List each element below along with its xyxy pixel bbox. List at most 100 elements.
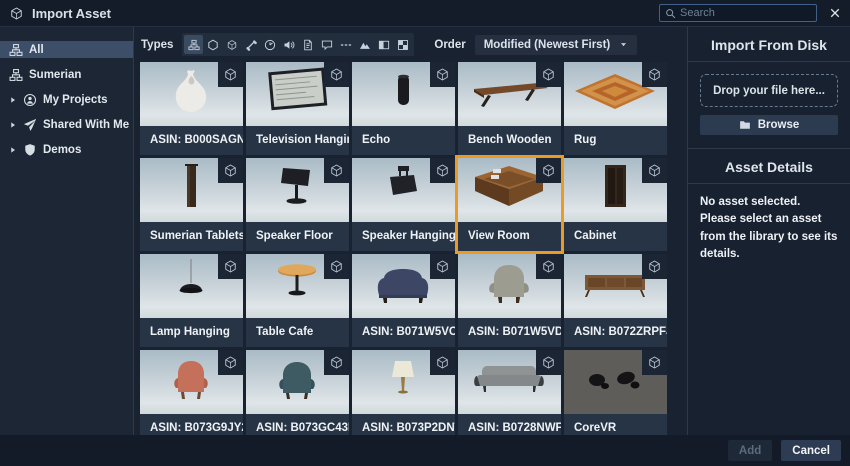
type-filter-audio[interactable] — [279, 35, 298, 54]
cube-icon — [430, 254, 455, 279]
type-filter-checker[interactable] — [393, 35, 412, 54]
asset-card-asin-b071w5vcvb[interactable]: ASIN: B071W5VCVB — [352, 254, 455, 347]
asset-thumbnail-room — [458, 158, 561, 222]
asset-label: Speaker Floor — [246, 222, 349, 251]
asset-card-bench-wooden[interactable]: Bench Wooden — [458, 62, 561, 155]
type-filter-clock[interactable] — [260, 35, 279, 54]
sidebar-item-demos[interactable]: Demos — [0, 141, 133, 158]
type-filter-sitemap[interactable] — [184, 35, 203, 54]
asset-thumbnail-armchair-gray — [458, 254, 561, 318]
caret-right-icon — [9, 96, 17, 104]
asset-card-rug[interactable]: Rug — [564, 62, 667, 155]
cube-icon — [218, 158, 243, 183]
close-icon[interactable] — [829, 7, 841, 19]
cube-icon — [218, 254, 243, 279]
type-filter-image[interactable] — [355, 35, 374, 54]
asset-card-speaker-floor[interactable]: Speaker Floor — [246, 158, 349, 251]
cube-icon — [642, 254, 667, 279]
asset-card-asin-b071w5vd5c[interactable]: ASIN: B071W5VD5C — [458, 254, 561, 347]
asset-card-asin-b073p2dntd[interactable]: ASIN: B073P2DNTD — [352, 350, 455, 435]
asset-card-view-room[interactable]: View Room — [458, 158, 561, 251]
asset-card-cabinet[interactable]: Cabinet — [564, 158, 667, 251]
type-filter-hexagon[interactable] — [203, 35, 222, 54]
asset-thumbnail-speaker-hanging — [352, 158, 455, 222]
asset-grid: ASIN: B000SAGNT4Television HangingEchoBe… — [134, 62, 687, 435]
type-filter-split[interactable] — [374, 35, 393, 54]
asset-thumbnail-rug — [564, 62, 667, 126]
sidebar-item-all[interactable]: All — [0, 41, 133, 58]
asset-label: Table Cafe — [246, 318, 349, 347]
search-icon — [665, 8, 676, 19]
checker-icon — [397, 39, 409, 51]
sitemap-icon — [188, 39, 200, 51]
script-icon — [302, 39, 314, 51]
asset-thumbnail-table-lamp — [352, 350, 455, 414]
filter-toolbar: Types Order Modified (Newest First) — [134, 27, 687, 62]
asset-label: Echo — [352, 126, 455, 155]
sidebar-item-sumerian[interactable]: Sumerian — [0, 66, 133, 83]
asset-card-asin-b000sagnt4[interactable]: ASIN: B000SAGNT4 — [140, 62, 243, 155]
cube-icon — [9, 6, 24, 21]
sitemap-icon — [9, 68, 23, 82]
sitemap-icon — [9, 43, 23, 57]
asset-card-asin-b073g9jy2y[interactable]: ASIN: B073G9JY2Y — [140, 350, 243, 435]
asset-label: Cabinet — [564, 222, 667, 251]
type-filter-bar — [182, 33, 414, 56]
asset-card-asin-b073gc43l7[interactable]: ASIN: B073GC43L7 — [246, 350, 349, 435]
paper-plane-icon — [23, 118, 37, 132]
asset-card-echo[interactable]: Echo — [352, 62, 455, 155]
asset-card-asin-b0728nwfcg[interactable]: ASIN: B0728NWFCG — [458, 350, 561, 435]
cube-icon — [430, 158, 455, 183]
asset-label: CoreVR — [564, 414, 667, 435]
sidebar-item-shared-with-me[interactable]: Shared With Me — [0, 116, 133, 133]
asset-card-asin-b072zrpfjl[interactable]: ASIN: B072ZRPFJL — [564, 254, 667, 347]
search-input[interactable] — [680, 7, 811, 19]
type-filter-speech[interactable] — [317, 35, 336, 54]
asset-label: Bench Wooden — [458, 126, 561, 155]
asset-card-corevr[interactable]: CoreVR — [564, 350, 667, 435]
asset-thumbnail-television — [246, 62, 349, 126]
asset-card-television-hanging[interactable]: Television Hanging — [246, 62, 349, 155]
type-filter-script[interactable] — [298, 35, 317, 54]
asset-thumbnail-pillar — [140, 158, 243, 222]
cube-icon — [642, 350, 667, 375]
type-filter-line[interactable] — [336, 35, 355, 54]
dialog-title: Import Asset — [32, 6, 111, 21]
asset-thumbnail-speaker-floor — [246, 158, 349, 222]
sidebar-item-label: Demos — [43, 144, 81, 156]
asset-thumbnail-chair-teal — [246, 350, 349, 414]
asset-card-speaker-hanging[interactable]: Speaker Hanging — [352, 158, 455, 251]
asset-thumbnail-chair-coral — [140, 350, 243, 414]
add-button[interactable]: Add — [728, 440, 772, 461]
order-value: Modified (Newest First) — [484, 39, 611, 51]
cube-icon — [536, 158, 561, 183]
browse-button[interactable]: Browse — [700, 115, 838, 135]
dialog-body: All Sumerian My Projects Shared With Me Demo… — [0, 27, 850, 435]
type-filter-cube[interactable] — [222, 35, 241, 54]
divider — [688, 61, 850, 62]
cube-icon — [218, 62, 243, 87]
asset-card-sumerian-tablets[interactable]: Sumerian Tablets — [140, 158, 243, 251]
cube-icon — [536, 254, 561, 279]
chevron-down-icon — [619, 40, 628, 49]
asset-label: ASIN: B0728NWFCG — [458, 414, 561, 435]
sidebar-item-my-projects[interactable]: My Projects — [0, 91, 133, 108]
caret-right-icon — [9, 121, 17, 129]
order-dropdown[interactable]: Modified (Newest First) — [475, 35, 638, 55]
cube-icon — [642, 158, 667, 183]
dropzone[interactable]: Drop your file here... — [700, 74, 838, 107]
asset-details-title: Asset Details — [688, 149, 850, 183]
type-filter-bone[interactable] — [241, 35, 260, 54]
asset-label: ASIN: B071W5VD5C — [458, 318, 561, 347]
asset-card-table-cafe[interactable]: Table Cafe — [246, 254, 349, 347]
cube-icon — [642, 62, 667, 87]
browse-label: Browse — [758, 119, 800, 131]
cancel-button[interactable]: Cancel — [781, 440, 841, 461]
asset-label: ASIN: B073G9JY2Y — [140, 414, 243, 435]
split-icon — [378, 39, 390, 51]
asset-thumbnail-bench — [458, 62, 561, 126]
asset-label: ASIN: B071W5VCVB — [352, 318, 455, 347]
asset-card-lamp-hanging[interactable]: Lamp Hanging — [140, 254, 243, 347]
cube-icon — [324, 62, 349, 87]
asset-thumbnail-lamp-hanging — [140, 254, 243, 318]
